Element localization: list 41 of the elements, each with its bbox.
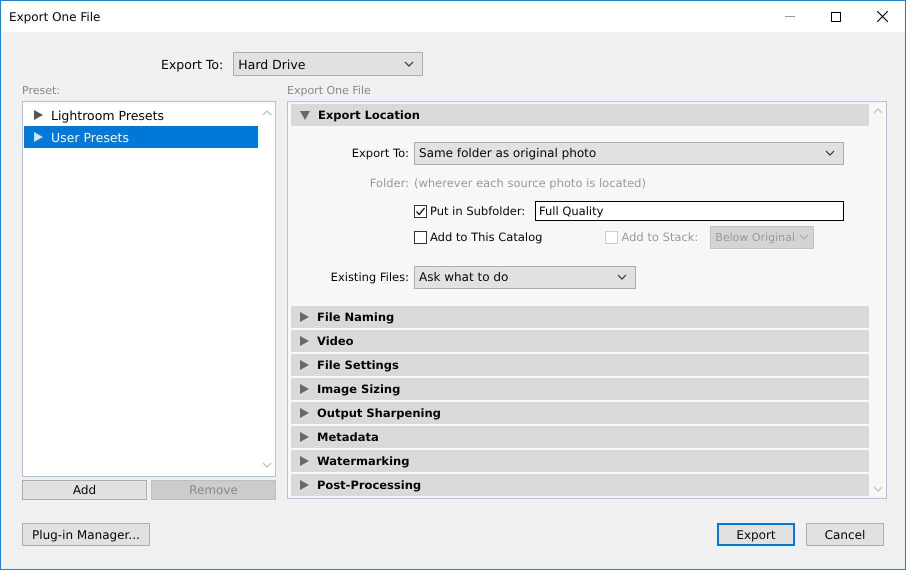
- section-header[interactable]: Metadata: [291, 426, 869, 448]
- checkbox[interactable]: Put in Subfolder:: [414, 204, 526, 218]
- preset-folder[interactable]: Lightroom Presets: [24, 104, 258, 126]
- scroll-up-icon[interactable]: [872, 108, 882, 114]
- panel-label: Export One File: [287, 84, 372, 97]
- scroll-up-icon[interactable]: [262, 110, 272, 116]
- subfolder-input[interactable]: Full Quality: [535, 201, 844, 221]
- preset-label: Preset:: [22, 84, 62, 97]
- existing-files-dropdown[interactable]: Ask what to do: [414, 266, 636, 288]
- section-header[interactable]: Export Location: [291, 104, 869, 126]
- window-title: Export One File: [9, 10, 102, 24]
- folder-path: (wherever each source photo is located): [414, 176, 646, 190]
- export-to-dropdown[interactable]: Same folder as original photo: [414, 142, 844, 164]
- chevron-down-icon: [799, 234, 810, 240]
- section-header[interactable]: Watermarking: [291, 450, 869, 472]
- section-header[interactable]: File Naming: [291, 306, 869, 328]
- section-header[interactable]: Image Sizing: [291, 378, 869, 400]
- dialog-button[interactable]: Plug-in Manager...: [22, 523, 150, 546]
- section-header[interactable]: File Settings: [291, 354, 869, 376]
- preset-folder[interactable]: User Presets: [24, 126, 258, 148]
- section-header[interactable]: Output Sharpening: [291, 402, 869, 424]
- field-label: Existing Files:: [330, 269, 409, 284]
- maximize-icon[interactable]: [831, 12, 841, 22]
- export-to-label: Export To:: [161, 56, 224, 72]
- field-label: Export To:: [350, 146, 409, 160]
- dialog-button[interactable]: Export: [717, 523, 795, 546]
- checkbox[interactable]: Add to This Catalog: [414, 230, 542, 244]
- scroll-down-icon[interactable]: [262, 462, 272, 468]
- dialog-button[interactable]: Cancel: [806, 523, 884, 546]
- close-icon[interactable]: [876, 11, 888, 22]
- section-header[interactable]: Video: [291, 330, 869, 352]
- chevron-down-icon: [825, 150, 835, 156]
- preset-button[interactable]: Add: [22, 480, 147, 500]
- chevron-down-icon: [404, 61, 414, 67]
- scroll-down-icon[interactable]: [872, 486, 882, 492]
- section-header[interactable]: Post-Processing: [291, 474, 869, 496]
- field-label: Folder:: [368, 176, 409, 190]
- export-to-dropdown[interactable]: Hard Drive: [233, 52, 424, 76]
- minimize-icon[interactable]: [785, 16, 795, 17]
- chevron-down-icon: [617, 274, 627, 280]
- check-icon: [415, 206, 426, 216]
